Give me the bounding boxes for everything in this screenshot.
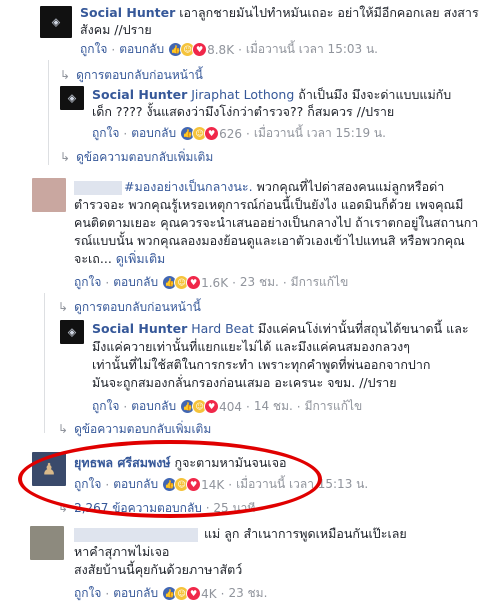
love-reaction-icon: ♥: [204, 126, 220, 141]
reply-body: Social Hunter Hard Beat มึงแค่คนโง่เท่าน…: [92, 321, 469, 336]
comment-text-line: สังคม //ปราย: [80, 22, 152, 37]
reaction-count: 8.8K: [207, 42, 235, 57]
reply-arrow-icon: ↳: [58, 422, 69, 436]
edited-label[interactable]: มีการแก้ไข: [305, 397, 363, 416]
reply-author[interactable]: Social Hunter: [92, 321, 187, 336]
like-button[interactable]: ถูกใจ: [74, 584, 101, 603]
love-reaction-icon: ♥: [204, 399, 220, 414]
tagged-user[interactable]: Hard Beat: [191, 321, 254, 336]
love-reaction-icon: ♥: [192, 42, 208, 57]
timestamp[interactable]: เมื่อวานนี้ เวลา 15:03 น.: [246, 40, 378, 59]
comment-text-line: หาคำสุภาพไม่เจอ: [74, 544, 170, 559]
avatar-social-hunter[interactable]: ◈: [40, 6, 72, 38]
comment-author[interactable]: Social Hunter: [80, 5, 175, 20]
reply-button[interactable]: ตอบกลับ: [119, 40, 164, 59]
reactions[interactable]: 👍 ☺ ♥: [162, 586, 202, 601]
view-previous-replies[interactable]: ↳ ดูการตอบกลับก่อนหน้านี้: [58, 298, 201, 317]
reply-text-line: มึงแค่ควายเท่านั้นที่แยกแยะไม่ได้ และมึง…: [92, 339, 410, 354]
redacted-name: [74, 528, 198, 542]
reaction-count: 1.6K: [201, 275, 229, 290]
comment-text-line: รณ์แบบนั้น พวกคุณลองมองย้อนดูและเอาตัวเอ…: [74, 233, 465, 248]
reactions[interactable]: 👍 ☺ ♥: [162, 275, 202, 290]
edited-label[interactable]: มีการแก้ไข: [291, 273, 349, 292]
avatar-anonymous[interactable]: [30, 526, 64, 560]
timestamp[interactable]: เมื่อวานนี้ เวลา 15:19 น.: [254, 124, 386, 143]
comment-actions: ถูกใจ · ตอบกลับ 👍 ☺ ♥ 1.6K · 23 ชม. · มีการแก…: [74, 273, 348, 292]
like-button[interactable]: ถูกใจ: [92, 397, 119, 416]
redacted-name: [74, 181, 122, 195]
like-button[interactable]: ถูกใจ: [92, 124, 119, 143]
comment-actions: ถูกใจ · ตอบกลับ 👍 ☺ ♥ 4K · 23 ชม.: [74, 584, 267, 603]
comment-actions: ถูกใจ · ตอบกลับ 👍 ☺ ♥ 8.8K · เมื่อวานนี้ เวล…: [80, 40, 378, 59]
reaction-count: 626: [219, 126, 243, 141]
timestamp[interactable]: 23 ชม.: [240, 273, 279, 292]
reply-button[interactable]: ตอบกลับ: [113, 273, 158, 292]
reply-arrow-icon: ↳: [60, 68, 71, 82]
avatar-anonymous[interactable]: [32, 178, 66, 212]
thread-line: [48, 60, 49, 165]
like-button[interactable]: ถูกใจ: [74, 273, 101, 292]
love-reaction-icon: ♥: [186, 275, 202, 290]
comment-text-line: เอาลูกชายมันไปทำหมันเถอะ อย่าให้มีอีกคอก…: [179, 5, 479, 20]
reply-actions: ถูกใจ · ตอบกลับ 👍 ☺ ♥ 404 · 14 ชม. · มีการแก้…: [92, 397, 362, 416]
avatar-social-hunter[interactable]: ◈: [60, 86, 84, 110]
comment-text-line: สงสัยบ้านนี้คุยกันด้วยภาษาสัตว์: [74, 562, 243, 577]
reply-body: Social Hunter Jiraphat Lothong ถ้าเป็นมึ…: [92, 87, 452, 102]
hashtag[interactable]: #มองอย่างเป็นกลางนะ.: [124, 179, 253, 194]
comment-text-line: จะเถ... ดูเพิ่มเติม: [74, 251, 166, 266]
reply-arrow-icon: ↳: [60, 150, 71, 164]
reactions[interactable]: 👍 ☺ ♥: [168, 42, 208, 57]
page-logo-icon: ◈: [67, 325, 77, 339]
see-more-link[interactable]: ดูเพิ่มเติม: [116, 251, 166, 266]
comment-text-line: ตำรวจอะ พวกคุณรู้เหรอเหตุการณ์ก่อนนี้เป็…: [74, 197, 464, 212]
thread-line: [44, 293, 45, 433]
reactions[interactable]: 👍 ☺ ♥: [180, 399, 220, 414]
timestamp[interactable]: 23 ชม.: [228, 584, 267, 603]
view-more-replies[interactable]: ↳ ดูข้อความตอบกลับเพิ่มเติม: [58, 420, 211, 439]
comment-body: Social Hunter เอาลูกชายมันไปทำหมันเถอะ อ…: [80, 4, 480, 21]
reply-button[interactable]: ตอบกลับ: [131, 397, 176, 416]
like-button[interactable]: ถูกใจ: [80, 40, 107, 59]
reply-actions: ถูกใจ · ตอบกลับ 👍 ☺ ♥ 626 · เมื่อวานนี้ เวลา…: [92, 124, 386, 143]
avatar-social-hunter[interactable]: ◈: [60, 320, 84, 344]
reply-arrow-icon: ↳: [58, 300, 69, 314]
highlight-circle: [18, 440, 322, 518]
reply-text-line: เด็ก ???? งั้นแสดงว่ามึงโง่กว่าตำรวจ?? ก…: [92, 104, 395, 119]
page-logo-icon: ◈: [51, 15, 61, 29]
reply-text-line: มันจะถูกสมองกลั่นกรองก่อนเสมอ อะเครนะ จข…: [92, 375, 397, 390]
reaction-count: 404: [219, 399, 243, 414]
view-more-replies[interactable]: ↳ ดูข้อความตอบกลับเพิ่มเติม: [60, 148, 213, 167]
reply-button[interactable]: ตอบกลับ: [113, 584, 158, 603]
reply-button[interactable]: ตอบกลับ: [131, 124, 176, 143]
reaction-count: 4K: [201, 586, 217, 601]
tagged-user[interactable]: Jiraphat Lothong: [191, 87, 294, 102]
reply-author[interactable]: Social Hunter: [92, 87, 187, 102]
comment-text-line: แม่ ลูก สำเนาการพูดเหมือนกันเป๊ะเลย: [204, 526, 407, 541]
timestamp[interactable]: 14 ชม.: [254, 397, 293, 416]
love-reaction-icon: ♥: [186, 586, 202, 601]
reply-text-line: เท่านั้นที่ไม่ใช้สติในการกระทำ เพราะทุกค…: [92, 357, 431, 372]
comment-text-line: คนติดตามเยอะ คุณควรจะนำเสนออย่างเป็นกลาง…: [74, 215, 479, 230]
page-logo-icon: ◈: [67, 91, 77, 105]
reactions[interactable]: 👍 ☺ ♥: [180, 126, 220, 141]
view-previous-replies[interactable]: ↳ ดูการตอบกลับก่อนหน้านี้: [60, 66, 203, 85]
comment-body: #มองอย่างเป็นกลางนะ. พวกคุณที่ไปด่าสองคน…: [124, 179, 445, 194]
